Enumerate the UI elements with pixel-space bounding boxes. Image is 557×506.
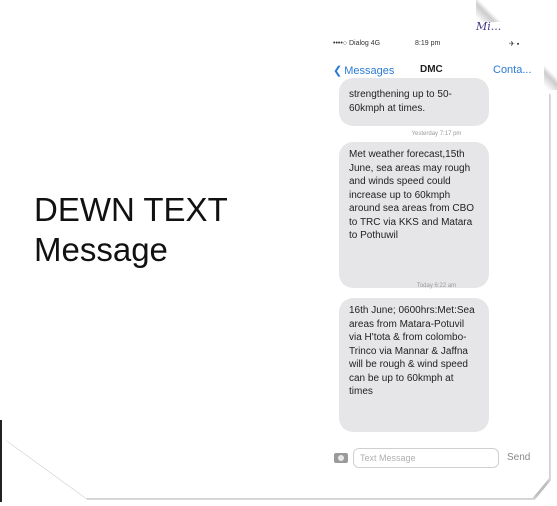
signature-logo: Mi...	[476, 20, 502, 33]
message-bubble[interactable]: strengthening up to 50-60kmph at times.	[339, 78, 489, 126]
back-button[interactable]: ❮ Messages	[333, 64, 394, 77]
carrier-label: ••••○ Dialog 4G	[333, 40, 381, 47]
title-line-1: DEWN TEXT	[34, 191, 228, 228]
title-line-2: Message	[34, 231, 168, 268]
phone-screenshot: ••••○ Dialog 4G 8:19 pm ✈ ▪ ❮ Messages DM…	[329, 22, 544, 482]
left-edge-mark	[0, 420, 2, 502]
message-timestamp: Yesterday 7:17 pm	[411, 131, 462, 137]
back-label: Messages	[344, 65, 395, 77]
status-right: ✈ ▪	[509, 41, 520, 48]
message-composer: Text Message Send	[329, 445, 544, 471]
camera-icon[interactable]	[334, 453, 348, 463]
conversation-title: DMC	[420, 64, 443, 75]
message-input[interactable]: Text Message	[353, 448, 499, 468]
slide-title: DEWN TEXT Message	[34, 190, 228, 270]
chevron-left-icon: ❮	[333, 65, 343, 77]
message-bubble[interactable]: Met weather forecast,15th June, sea area…	[339, 142, 489, 288]
status-bar: ••••○ Dialog 4G 8:19 pm ✈ ▪	[329, 38, 544, 52]
contact-button[interactable]: Conta...	[493, 64, 532, 76]
send-button[interactable]: Send	[507, 452, 530, 463]
message-bubble[interactable]: 16th June; 0600hrs:Met:Sea areas from Ma…	[339, 298, 489, 432]
status-time: 8:19 pm	[415, 40, 441, 47]
message-timestamp: Today 6:22 am	[416, 283, 457, 289]
